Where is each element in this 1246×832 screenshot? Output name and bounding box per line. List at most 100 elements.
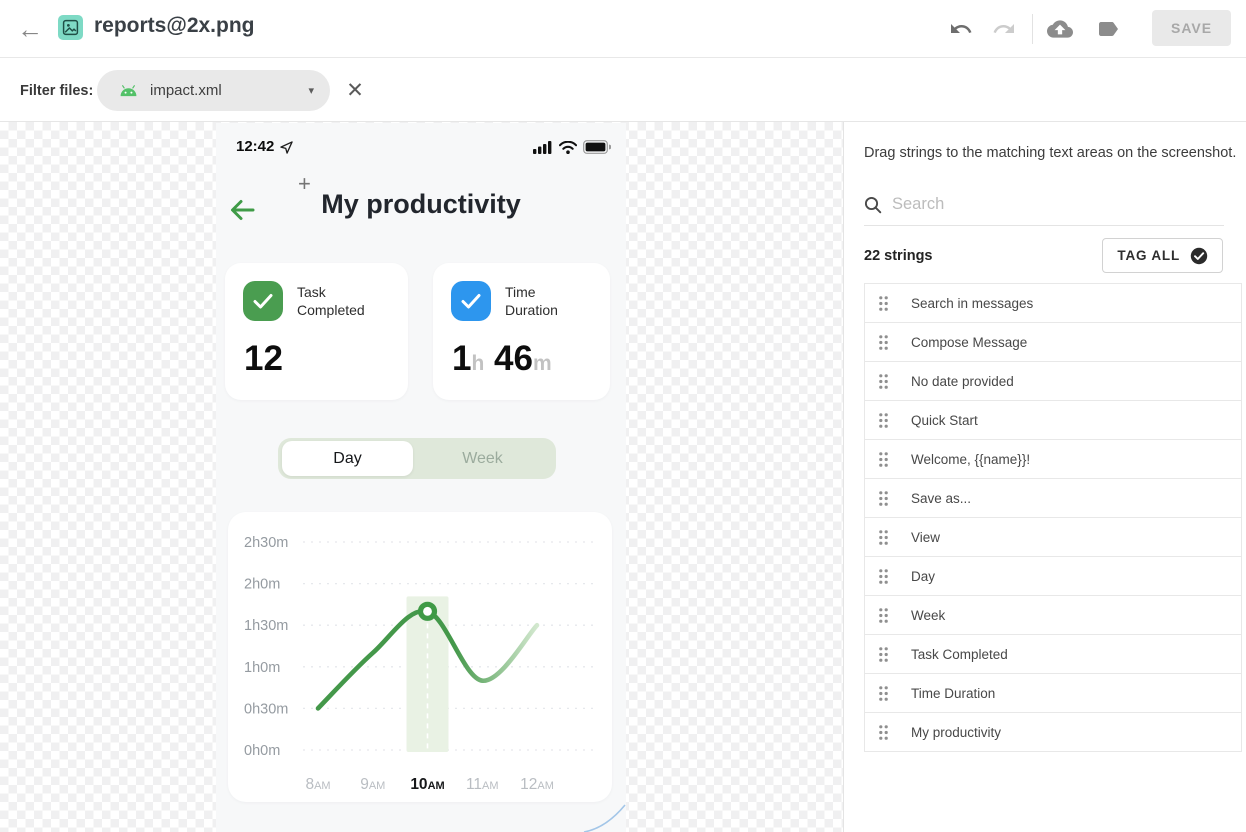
time-duration-value[interactable]: 1h 46m (452, 339, 552, 379)
label-line2: Completed (297, 302, 365, 318)
productivity-chart-card: 2h30m 2h0m 1h30m 1h0m 0h30m 0h0m 8AM 9AM 10AM 11… (228, 512, 612, 802)
strings-count-label: 22 strings (864, 248, 933, 264)
search-field (864, 184, 1224, 226)
task-completed-value[interactable]: 12 (244, 339, 283, 379)
string-label: No date provided (911, 374, 1014, 389)
drag-handle-icon[interactable] (878, 568, 889, 585)
search-icon (864, 196, 882, 214)
tag-all-label: TAG ALL (1117, 248, 1180, 263)
redo-icon (992, 17, 1016, 41)
drag-handle-icon[interactable] (878, 373, 889, 390)
location-arrow-icon (280, 141, 293, 159)
string-label: Day (911, 569, 935, 584)
tag-icon (1096, 17, 1120, 41)
app-screenshot: 12:42 (216, 123, 626, 832)
decorative-curve (576, 795, 626, 832)
chevron-down-icon: ▾ (308, 84, 314, 97)
day-week-toggle: Day Week (278, 438, 556, 479)
cellular-signal-icon (533, 141, 553, 154)
toggle-day-segment[interactable]: Day (282, 441, 413, 476)
string-list-item[interactable]: Search in messages (864, 283, 1242, 323)
back-arrow-icon: ← (17, 14, 43, 45)
label-line1: Time (505, 284, 536, 300)
minutes-unit: m (533, 352, 552, 375)
drag-handle-icon[interactable] (878, 646, 889, 663)
screenshot-editor: ← reports@2x.png SAVE Filter files: (0, 0, 1246, 832)
svg-text:9AM: 9AM (360, 776, 385, 793)
hours-unit: h (471, 352, 484, 375)
undo-button[interactable] (947, 15, 975, 43)
drag-handle-icon[interactable] (878, 295, 889, 312)
string-label: Task Completed (911, 647, 1008, 662)
hours-value: 1 (452, 339, 471, 378)
string-list-item[interactable]: My productivity (864, 712, 1242, 752)
drag-handle-icon[interactable] (878, 724, 889, 741)
svg-text:1h30m: 1h30m (244, 618, 288, 634)
android-icon (119, 85, 138, 97)
svg-text:10AM: 10AM (410, 776, 444, 793)
filter-files-label: Filter files: (20, 83, 93, 99)
string-list-item[interactable]: No date provided (864, 361, 1242, 401)
svg-text:0h0m: 0h0m (244, 743, 280, 759)
svg-text:8AM: 8AM (305, 776, 330, 793)
drag-handle-icon[interactable] (878, 607, 889, 624)
check-circle-icon (1190, 247, 1208, 265)
phone-screen-title[interactable]: My productivity (216, 189, 626, 220)
svg-text:2h0m: 2h0m (244, 577, 280, 593)
file-filter-select[interactable]: impact.xml ▾ (97, 70, 330, 111)
tag-all-button[interactable]: TAG ALL (1102, 238, 1223, 273)
clear-file-filter-button[interactable]: ✕ (343, 78, 367, 102)
tag-button[interactable] (1094, 15, 1122, 43)
save-button[interactable]: SAVE (1152, 10, 1231, 46)
green-check-icon (243, 281, 283, 321)
string-list-item[interactable]: Welcome, {{name}}! (864, 439, 1242, 479)
drag-handle-icon[interactable] (878, 490, 889, 507)
string-label: My productivity (911, 725, 1001, 740)
string-label: View (911, 530, 940, 545)
label-line2: Duration (505, 302, 558, 318)
time-duration-card: Time Duration 1h 46m (433, 263, 610, 400)
string-list-item[interactable]: Day (864, 556, 1242, 596)
svg-text:0h30m: 0h30m (244, 701, 288, 717)
string-list-item[interactable]: Quick Start (864, 400, 1242, 440)
upload-button[interactable] (1046, 15, 1074, 43)
drag-handle-icon[interactable] (878, 529, 889, 546)
string-label: Quick Start (911, 413, 978, 428)
battery-icon (583, 140, 611, 154)
task-completed-label[interactable]: Task Completed (297, 284, 365, 319)
toggle-week-segment[interactable]: Week (413, 441, 552, 476)
cloud-upload-icon (1047, 16, 1073, 42)
back-button[interactable]: ← (14, 13, 46, 45)
string-list-item[interactable]: Task Completed (864, 634, 1242, 674)
panel-instruction: Drag strings to the matching text areas … (864, 145, 1236, 161)
string-list-item[interactable]: Save as... (864, 478, 1242, 518)
drag-handle-icon[interactable] (878, 685, 889, 702)
svg-text:1h0m: 1h0m (244, 660, 280, 676)
drag-handle-icon[interactable] (878, 334, 889, 351)
string-label: Save as... (911, 491, 971, 506)
time-duration-label[interactable]: Time Duration (505, 284, 558, 319)
wifi-icon (559, 141, 577, 154)
svg-text:2h30m: 2h30m (244, 535, 288, 551)
page-title: reports@2x.png (94, 14, 255, 38)
image-file-icon (58, 15, 83, 40)
string-list-item[interactable]: Compose Message (864, 322, 1242, 362)
drag-handle-icon[interactable] (878, 451, 889, 468)
string-list-item[interactable]: View (864, 517, 1242, 557)
string-label: Search in messages (911, 296, 1033, 311)
redo-button[interactable] (990, 15, 1018, 43)
statusbar-icons (533, 140, 611, 154)
blue-check-icon (451, 281, 491, 321)
string-list-item[interactable]: Time Duration (864, 673, 1242, 713)
string-list-item[interactable]: Week (864, 595, 1242, 635)
undo-icon (949, 17, 973, 41)
minutes-value: 46 (494, 339, 533, 378)
filter-bar: Filter files: impact.xml ▾ ✕ STRINGS 0 (0, 58, 1246, 122)
svg-text:11AM: 11AM (466, 776, 499, 793)
string-label: Week (911, 608, 945, 623)
editor-topbar: ← reports@2x.png SAVE (0, 0, 1246, 58)
drag-handle-icon[interactable] (878, 412, 889, 429)
search-input[interactable] (892, 195, 1224, 214)
transparency-canvas: 12:42 (0, 122, 843, 832)
string-label: Time Duration (911, 686, 995, 701)
